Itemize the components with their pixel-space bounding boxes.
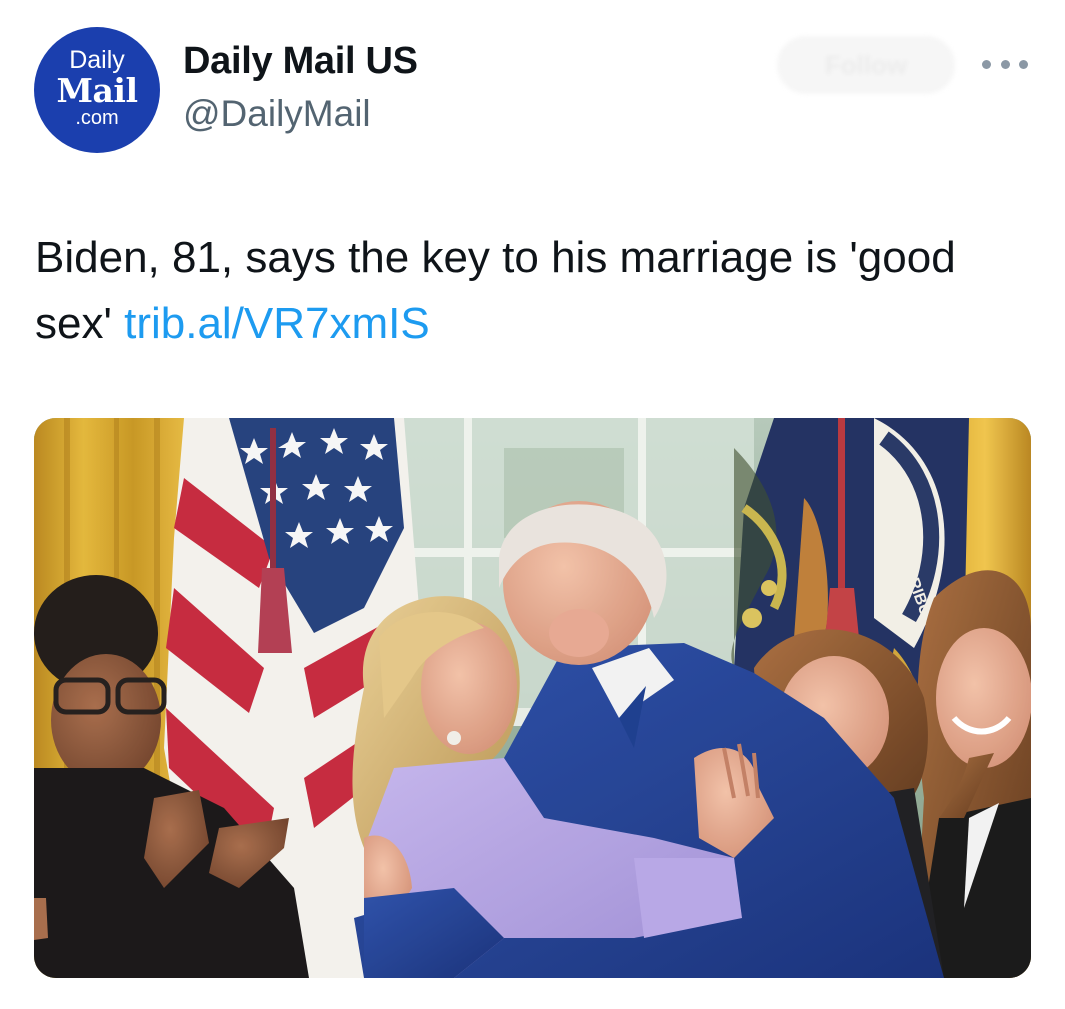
follow-button[interactable]: Follow bbox=[777, 36, 955, 94]
more-dot bbox=[1019, 59, 1028, 69]
avatar[interactable]: Daily Mail .com bbox=[34, 27, 160, 153]
tweet-link[interactable]: trib.al/VR7xmIS bbox=[124, 299, 430, 348]
user-handle[interactable]: @DailyMail bbox=[183, 93, 371, 135]
photo-illustration: E PLURIBUS bbox=[34, 418, 1031, 978]
more-dot bbox=[1000, 59, 1010, 69]
avatar-text-daily: Daily bbox=[69, 46, 125, 74]
tweet-text: Biden, 81, says the key to his marriage … bbox=[35, 225, 1035, 357]
more-dot bbox=[982, 59, 991, 69]
more-horizontal-icon[interactable] bbox=[982, 52, 1028, 76]
avatar-text-com: .com bbox=[75, 107, 119, 129]
tweet-card[interactable]: Daily Mail .com Daily Mail US @DailyMail… bbox=[0, 0, 1065, 1009]
display-name[interactable]: Daily Mail US bbox=[183, 40, 418, 83]
tweet-photo[interactable]: E PLURIBUS bbox=[34, 418, 1031, 978]
avatar-text-mail: Mail bbox=[56, 71, 138, 110]
